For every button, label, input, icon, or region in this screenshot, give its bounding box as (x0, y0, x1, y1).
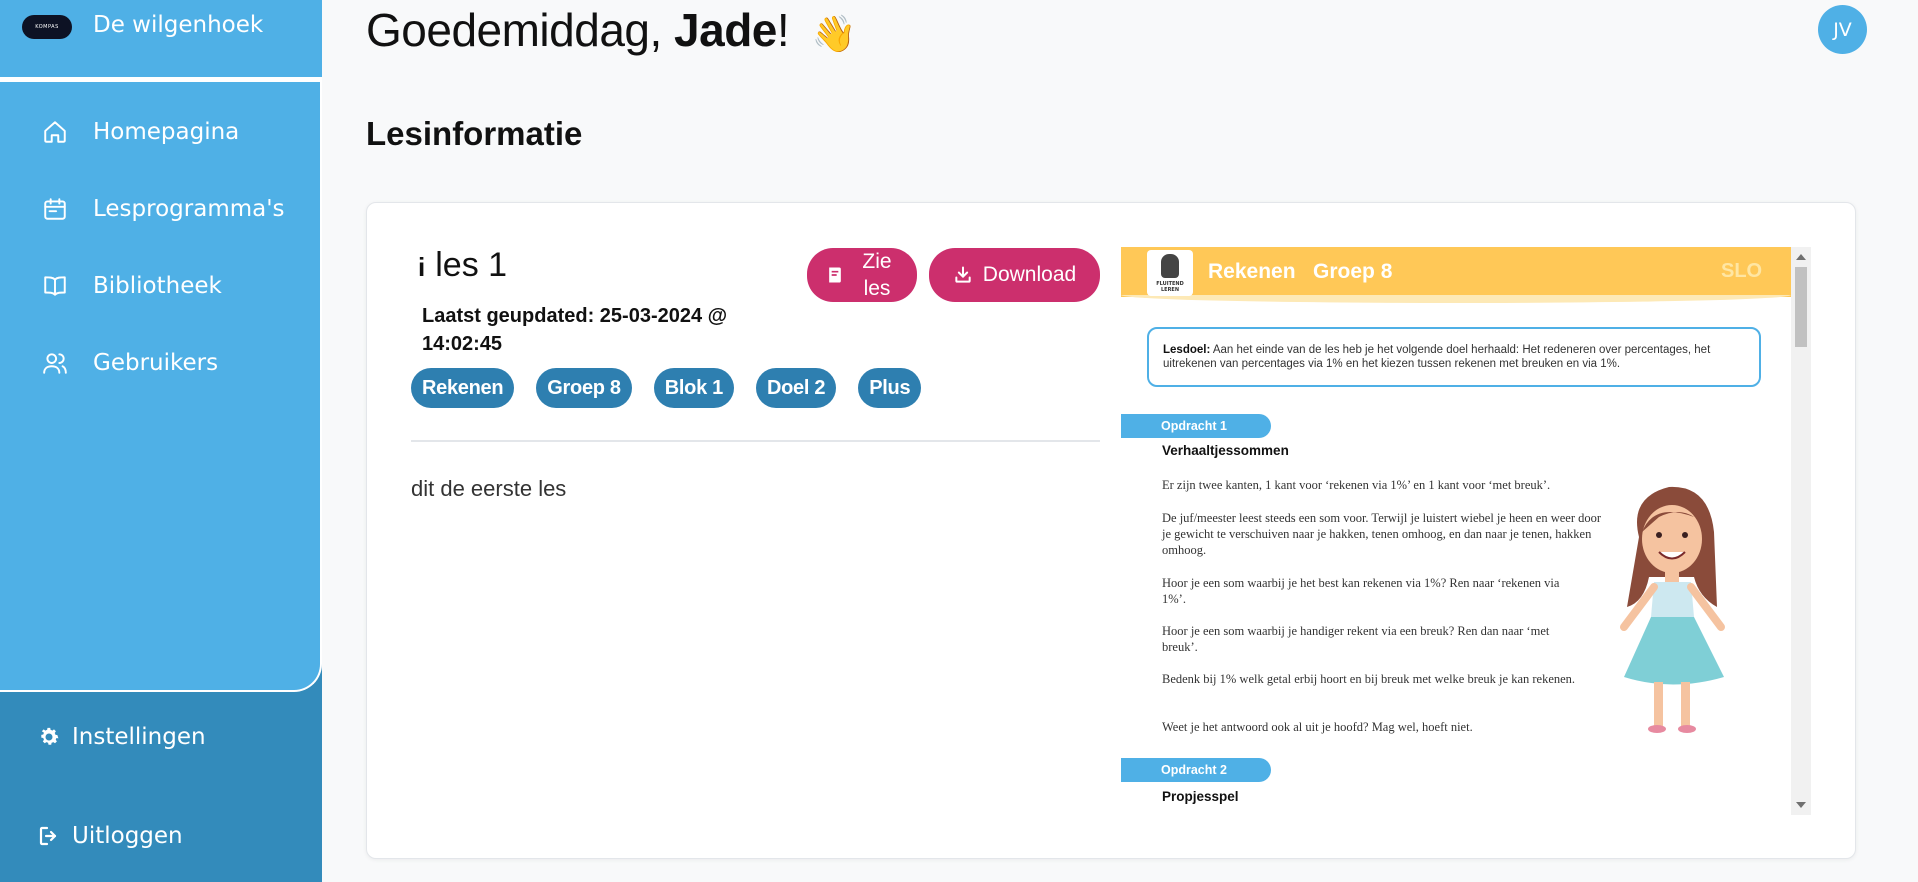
greeting-prefix: Goedemiddag, (366, 4, 675, 56)
tag-groep[interactable]: Groep 8 (536, 368, 632, 408)
tag-doel[interactable]: Doel 2 (756, 368, 837, 408)
home-icon (40, 117, 70, 147)
sidebar-nav (0, 82, 322, 692)
sidebar: KOMPAS De wilgenhoek Homepagina Lesprogr… (0, 0, 322, 882)
book-icon (829, 267, 841, 283)
scroll-down-icon[interactable] (1796, 802, 1806, 808)
goal-text: Aan het einde van de les heb je het volg… (1163, 344, 1711, 370)
greeting-user-name: Jade (674, 4, 777, 56)
last-updated-line1: Laatst geupdated: 25-03-2024 @ (422, 305, 728, 327)
lesson-title-text: les 1 (435, 246, 508, 284)
download-button[interactable]: Download (929, 248, 1100, 302)
users-icon (40, 348, 70, 378)
sidebar-item-homepagina[interactable]: Homepagina (40, 112, 239, 152)
paragraph: Bedenk bij 1% welk getal erbij hoort en … (1162, 672, 1576, 686)
download-icon (955, 266, 971, 283)
brand-logo: KOMPAS (22, 15, 72, 39)
logo-text: FLUITEND LEREN (1156, 281, 1184, 293)
owl-icon (1161, 254, 1179, 278)
view-lesson-button[interactable]: Zie les (807, 248, 917, 302)
sidebar-item-gebruikers[interactable]: Gebruikers (40, 343, 218, 383)
preview-header-title: Rekenen Groep 8 (1208, 260, 1393, 283)
tag-rekenen[interactable]: Rekenen (411, 368, 515, 408)
logout-link[interactable]: Uitloggen (36, 823, 183, 849)
wave-emoji-icon: 👋 (811, 13, 856, 54)
assignment-1-label: Opdracht 1 (1121, 414, 1271, 438)
scroll-thumb[interactable] (1795, 267, 1807, 347)
tag-list: Rekenen Groep 8 Blok 1 Doel 2 Plus (411, 368, 943, 408)
paragraph: Weet je het antwoord ook al uit je hoofd… (1162, 720, 1473, 734)
logout-icon (36, 823, 62, 849)
girl-illustration (1620, 486, 1725, 733)
lesson-description: dit de eerste les (411, 476, 567, 501)
lesson-goal-box: Lesdoel: Aan het einde van de les heb je… (1147, 327, 1761, 387)
fluitend-leren-logo: FLUITEND LEREN (1147, 250, 1193, 296)
book-icon (40, 271, 70, 301)
sidebar-item-bibliotheek[interactable]: Bibliotheek (40, 266, 222, 306)
paragraph: Hoor je een som waarbij je het best kan … (1162, 576, 1560, 606)
tag-blok[interactable]: Blok 1 (653, 368, 734, 408)
logout-label: Uitloggen (72, 823, 183, 849)
sidebar-item-lesprogrammas[interactable]: Lesprogramma's (40, 189, 285, 229)
preview-scrollbar[interactable] (1791, 247, 1811, 815)
brand-name: De wilgenhoek (93, 12, 264, 38)
paragraph: De juf/meester leest steeds een som voor… (1162, 511, 1602, 557)
assignment-1-title: Verhaaltjessommen (1162, 443, 1289, 458)
lesson-title: i les 1 (418, 246, 507, 285)
paragraph: Er zijn twee kanten, 1 kant voor ‘rekene… (1162, 478, 1551, 492)
last-updated: Laatst geupdated: 25-03-2024 @ 14:02:45 (422, 302, 762, 358)
assignment-2-label: Opdracht 2 (1121, 758, 1271, 782)
sidebar-item-label: Gebruikers (93, 350, 219, 376)
settings-label: Instellingen (72, 724, 206, 750)
avatar[interactable]: JV (1818, 5, 1867, 54)
gear-icon (36, 724, 62, 750)
last-updated-line2: 14:02:45 (422, 333, 503, 355)
sidebar-item-label: Lesprogramma's (93, 196, 285, 222)
page-title: Lesinformatie (366, 115, 583, 152)
goal-label: Lesdoel: (1163, 344, 1211, 356)
sidebar-brand[interactable]: KOMPAS De wilgenhoek (0, 0, 322, 77)
view-lesson-label: Zie les (862, 250, 892, 300)
sidebar-item-label: Homepagina (93, 119, 240, 145)
settings-link[interactable]: Instellingen (36, 724, 206, 750)
sidebar-item-label: Bibliotheek (93, 273, 222, 299)
scroll-up-icon[interactable] (1796, 254, 1806, 260)
paragraph: Hoor je een som waarbij je handiger reke… (1162, 624, 1550, 654)
tag-plus[interactable]: Plus (858, 368, 922, 408)
greeting-suffix: ! (776, 4, 790, 56)
info-icon: i (418, 252, 426, 282)
preview-header-badge: SLO (1721, 260, 1763, 282)
greeting: Goedemiddag, Jade! 👋 (366, 3, 856, 57)
download-label: Download (982, 263, 1077, 286)
calendar-icon (40, 194, 70, 224)
pdf-preview[interactable]: FLUITEND LEREN Rekenen Groep 8 SLO Lesdo… (1121, 247, 1811, 815)
divider (411, 440, 1100, 442)
assignment-2-title: Propjesspel (1162, 789, 1239, 804)
preview-header-wave (1121, 295, 1791, 303)
